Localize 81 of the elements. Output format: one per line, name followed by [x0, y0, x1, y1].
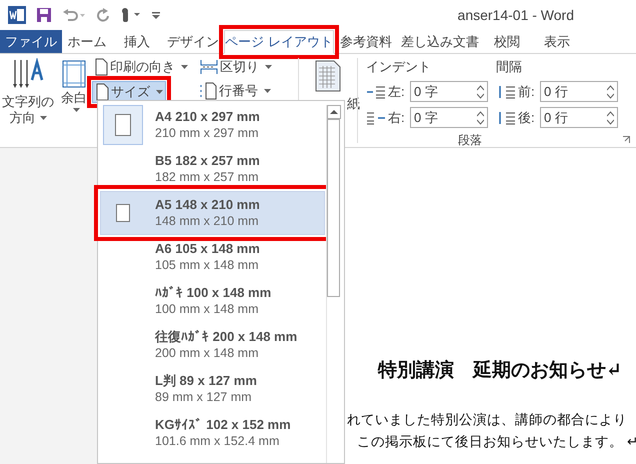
ribbon-tab[interactable]: 参考資料	[334, 30, 398, 53]
caret-icon[interactable]	[156, 90, 163, 94]
ribbon-tab[interactable]: 挿入	[112, 30, 162, 53]
paper-size-dimensions: 89 mm x 127 mm	[155, 389, 253, 406]
line-numbers-button[interactable]: 行番号	[197, 80, 273, 102]
customize-icon[interactable]	[152, 11, 160, 19]
spin-arrows-icon[interactable]	[607, 84, 614, 98]
paper-size-name: ﾊｶﾞｷ 100 x 148 mm	[155, 284, 272, 301]
margins-button[interactable]: 余白	[56, 54, 92, 147]
caret-icon[interactable]	[181, 65, 188, 69]
breaks-button[interactable]: 区切り	[198, 56, 274, 78]
page-icon[interactable]	[95, 83, 109, 101]
paper-size-name: B5 182 x 257 mm	[155, 152, 260, 169]
paper-size-name: KGｻｲｽﾞ 102 x 152 mm	[155, 416, 291, 433]
paper-size-name: L判 89 x 127 mm	[155, 372, 257, 389]
text-direction-button[interactable]: 文字列の 方向	[0, 54, 56, 147]
scroll-up-icon[interactable]	[327, 105, 341, 119]
paper-size-name: A6 105 x 148 mm	[155, 240, 260, 257]
paper-size-dimensions: 200 mm x 148 mm	[155, 345, 260, 362]
orientation-button[interactable]: 印刷の向き	[92, 56, 190, 78]
paper-size-name: A4 210 x 297 mm	[155, 108, 260, 125]
dialog-launcher-icon[interactable]	[623, 136, 630, 143]
caret-icon[interactable]	[72, 108, 80, 112]
spin-arrows-icon[interactable]	[607, 110, 614, 124]
paper-size-item[interactable]: A6 105 x 148 mm 105 mm x 148 mm	[100, 235, 325, 279]
spin-arrows-icon[interactable]	[477, 110, 484, 124]
ribbon-tab[interactable]: 表示	[532, 30, 582, 53]
indent-left-icon[interactable]	[366, 84, 386, 98]
ribbon-tab[interactable]: デザイン	[162, 30, 224, 53]
paper-size-dimensions: 101.6 mm x 152.4 mm	[155, 433, 280, 450]
window-title: anser14-01 - Word	[458, 6, 574, 24]
paper-size-dimensions: 100 mm x 148 mm	[155, 301, 260, 318]
line-numbers-icon[interactable]	[199, 82, 217, 100]
paper-size-item[interactable]: B5 182 x 257 mm 182 mm x 257 mm	[100, 147, 325, 191]
field-label: 前:	[518, 82, 536, 101]
scroll-thumb[interactable]	[327, 119, 340, 297]
ribbon-tab[interactable]: 差し込み文書	[398, 30, 482, 53]
paper-size-item[interactable]: A4 210 x 297 mm 210 mm x 297 mm	[100, 103, 325, 147]
paper-size-name: 往復ﾊｶﾞｷ 200 x 148 mm	[155, 328, 298, 345]
word-logo-icon[interactable]	[8, 6, 26, 24]
scrollbar[interactable]	[326, 105, 340, 463]
spacing-after-field[interactable]: 0 行	[540, 107, 618, 128]
page-icon[interactable]	[115, 114, 131, 136]
touch-mode-icon[interactable]	[120, 7, 142, 23]
paper-size-item[interactable]: L判 89 x 127 mm 89 mm x 127 mm	[100, 367, 325, 411]
paper-size-dimensions: 182 mm x 257 mm	[155, 169, 260, 186]
paper-size-dimensions: 210 mm x 297 mm	[155, 125, 260, 142]
spacing-before-field[interactable]: 0 行	[540, 81, 618, 102]
group-title: 間隔	[496, 58, 523, 76]
margins-icon[interactable]	[62, 60, 86, 88]
ribbon-tab[interactable]: ホーム	[62, 30, 112, 53]
file-tab[interactable]: ファイル	[0, 30, 62, 53]
field-label: 右:	[388, 108, 406, 127]
paper-size-dimensions: 105 mm x 148 mm	[155, 257, 260, 274]
field-label: 左:	[388, 82, 406, 101]
page-icon[interactable]	[116, 204, 130, 222]
undo-icon[interactable]	[62, 8, 86, 22]
spin-arrows-icon[interactable]	[477, 84, 484, 98]
redo-icon[interactable]	[96, 8, 110, 22]
paper-size-dimensions: 148 mm x 210 mm	[155, 213, 260, 230]
paper-size-item[interactable]: ﾊｶﾞｷ 100 x 148 mm 100 mm x 148 mm	[100, 279, 325, 323]
save-icon[interactable]	[36, 7, 52, 23]
paper-size-item[interactable]: 往復ﾊｶﾞｷ 200 x 148 mm 200 mm x 148 mm	[100, 323, 325, 367]
ribbon-tab[interactable]: 校閲	[482, 30, 532, 53]
group-title: インデント	[366, 58, 432, 76]
caret-icon[interactable]	[40, 116, 46, 120]
indent-left-field[interactable]: 0 字	[410, 81, 488, 102]
manuscript-paper-icon[interactable]	[315, 60, 341, 92]
caret-icon[interactable]	[264, 89, 271, 93]
body-text-line: れていました特別公演は、講師の都合により	[346, 410, 628, 428]
body-text-line: この掲示板にて後日お知らせいたします。 ↵	[356, 432, 636, 450]
breaks-icon[interactable]	[200, 59, 218, 75]
indent-right-field[interactable]: 0 字	[410, 107, 488, 128]
indent-right-icon[interactable]	[366, 110, 386, 124]
field-label: 後:	[518, 108, 536, 127]
document-heading: 特別講演 延期のお知らせ↵	[376, 358, 623, 383]
paper-size-name: A5 148 x 210 mm	[155, 196, 260, 213]
caret-icon[interactable]	[265, 65, 272, 69]
paper-size-item[interactable]: KGｻｲｽﾞ 102 x 152 mm 101.6 mm x 152.4 mm	[100, 411, 325, 455]
page-icon[interactable]	[94, 58, 108, 76]
group-label: 段落	[458, 132, 482, 148]
